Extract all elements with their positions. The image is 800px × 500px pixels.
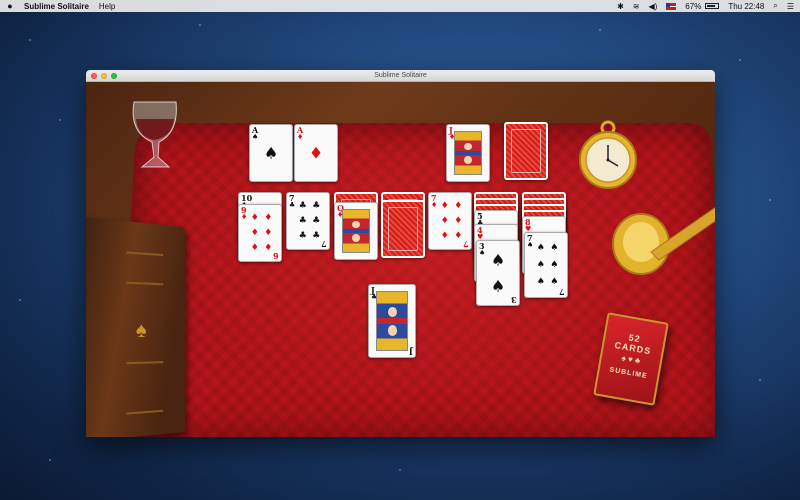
battery-icon[interactable] [705,3,720,9]
jack-portrait [376,291,408,351]
menu-bar: ● Sublime Solitaire Help ✱ ≋ ◀) 67% Thu … [0,0,800,12]
clock[interactable]: Thu 22:48 [728,2,764,11]
tableau-card[interactable]: 7 ♦ ♦ ♦ ♦ ♦ ♦ ♦ 7 [428,192,472,250]
tableau-card[interactable]: Q ♦ [334,202,378,260]
app-menu[interactable]: Sublime Solitaire [24,2,89,11]
tableau-card[interactable]: 7 ♣ ♣ ♣ ♣ ♣ ♣ ♣ 7 [286,192,330,250]
bluetooth-icon[interactable]: ✱ [617,2,624,11]
diamond-pip-icon: ♦ [308,143,324,163]
queen-portrait [342,209,370,253]
help-menu[interactable]: Help [99,2,115,11]
stock-pile[interactable] [504,122,548,180]
brass-lamp-icon [612,207,715,275]
pocket-watch-icon [579,120,637,189]
wine-glass-icon [132,101,177,168]
minimize-window-button[interactable] [101,73,107,79]
tableau-card[interactable]: 9 ♦ ♦ ♦ ♦ ♦ ♦ ♦ 6 [238,204,282,262]
foundation-card[interactable]: A ♦ ♦ [294,124,338,182]
input-source-flag-icon[interactable] [666,2,677,10]
notification-center-icon[interactable]: ☰ [787,2,794,11]
spotlight-icon[interactable]: ⌕ [773,1,777,11]
apple-menu-icon[interactable]: ● [6,1,14,11]
window-title: Sublime Solitaire [374,72,427,79]
leather-book: ♠ [86,216,186,437]
wifi-icon[interactable]: ≋ [633,2,640,11]
fullscreen-window-button[interactable] [111,73,117,79]
spade-pip-icon: ♠ [263,143,279,163]
face-down-card[interactable] [381,200,425,258]
dragged-card[interactable]: J ♣ J [368,284,416,358]
tableau-card[interactable]: 3 ♠ ♠ ♠ 3 [476,240,520,306]
volume-icon[interactable]: ◀) [648,2,657,11]
spade-emblem-icon: ♠ [135,317,147,342]
foundation-card[interactable]: A ♠ ♠ [249,124,293,182]
tableau-card[interactable]: 7 ♠ ♠ ♠ ♠ ♠ ♠ ♠ 7 [524,232,568,298]
battery-percent: 67% [685,1,702,11]
app-window: Sublime Solitaire ♠ A ♠ ♠ A ♦ ♦ J ♦ 10 9… [86,70,715,437]
waste-pile-card[interactable]: J ♦ [446,124,490,182]
jack-portrait [454,131,482,175]
game-table: ♠ A ♠ ♠ A ♦ ♦ J ♦ 10 9 ♦ ♦ ♦ ♦ ♦ ♦ ♦ 6 7… [86,82,715,437]
window-titlebar[interactable]: Sublime Solitaire [86,70,715,82]
close-window-button[interactable] [91,73,97,79]
